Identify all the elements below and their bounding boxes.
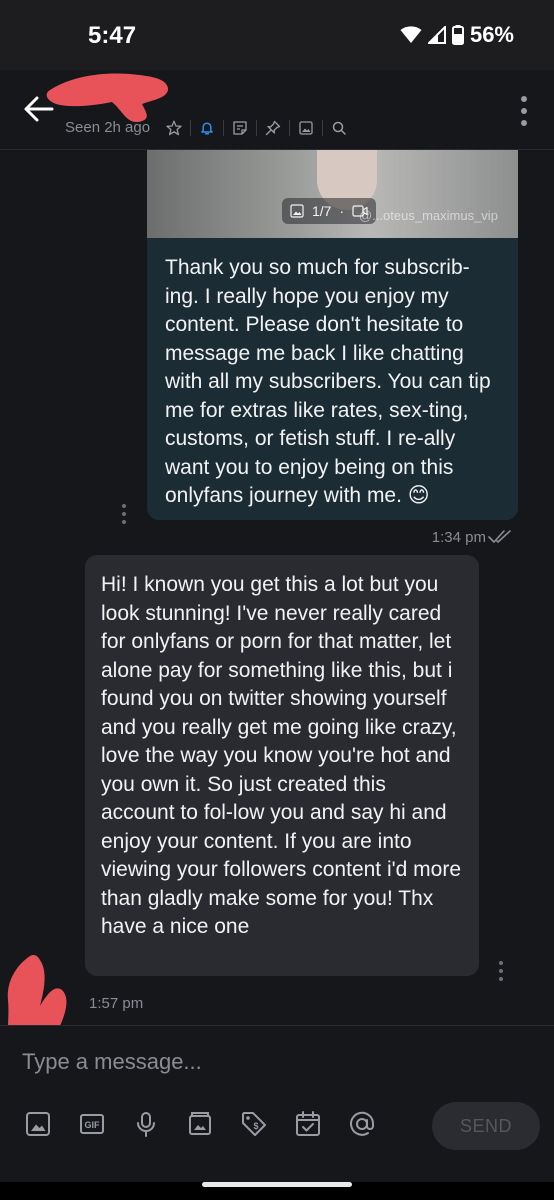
image-icon[interactable] (295, 117, 317, 139)
message-options-icon[interactable] (121, 504, 127, 524)
svg-text:GIF: GIF (85, 1120, 101, 1130)
svg-text:$: $ (253, 1121, 258, 1131)
media-count: 1/7 (312, 203, 332, 219)
image-icon (290, 204, 304, 218)
bell-icon[interactable] (196, 117, 218, 139)
more-vert-icon[interactable] (518, 96, 530, 126)
search-icon[interactable] (328, 117, 350, 139)
message-media-preview[interactable]: 1/7 · @...oteus_maximus_vip (147, 150, 518, 238)
composer-toolbar: GIF $ (22, 1108, 378, 1140)
navigation-bar (0, 1182, 554, 1200)
message-text: Thank you so much for subscrib-ing. I re… (165, 256, 491, 507)
outgoing-message-bubble[interactable]: Thank you so much for subscrib-ing. I re… (147, 238, 518, 520)
message-list[interactable]: 1/7 · @...oteus_maximus_vip Thank you so… (0, 150, 554, 1062)
chat-header: Seen 2h ago (0, 70, 554, 150)
gif-icon[interactable]: GIF (76, 1108, 108, 1140)
mic-icon[interactable] (130, 1108, 162, 1140)
status-icons: 56% (400, 22, 514, 48)
image-icon[interactable] (22, 1108, 54, 1140)
double-check-icon (488, 530, 511, 543)
divider (190, 120, 191, 136)
pin-icon[interactable] (262, 117, 284, 139)
wifi-icon (400, 26, 422, 43)
vault-icon[interactable] (184, 1108, 216, 1140)
redaction-scribble (46, 73, 169, 123)
incoming-message-bubble[interactable]: Hi! I known you get this a lot but you l… (85, 555, 479, 976)
message-options-icon[interactable] (498, 961, 504, 981)
message-text: Hi! I known you get this a lot but you l… (101, 573, 462, 938)
send-button[interactable]: SEND (432, 1102, 540, 1150)
note-icon[interactable] (229, 117, 251, 139)
price-tag-icon[interactable]: $ (238, 1108, 270, 1140)
divider (256, 120, 257, 136)
status-time: 5:47 (88, 22, 137, 49)
status-bar: 5:47 56% (0, 0, 554, 70)
home-indicator[interactable] (202, 1182, 352, 1187)
divider (322, 120, 323, 136)
header-actions (163, 117, 350, 139)
at-icon[interactable] (346, 1108, 378, 1140)
message-time: 1:34 pm (431, 529, 486, 546)
dot-separator: · (339, 203, 345, 219)
chat-screen: Seen 2h ago 1/7 · @...oteus_maximus_vip … (0, 70, 554, 1182)
message-input[interactable] (22, 1042, 522, 1082)
signal-icon (427, 26, 446, 44)
media-watermark: @...oteus_maximus_vip (359, 208, 498, 223)
battery-percent: 56% (469, 22, 514, 47)
battery-icon (451, 25, 464, 45)
calendar-icon[interactable] (292, 1108, 324, 1140)
divider (289, 120, 290, 136)
message-composer: GIF $ SEND (0, 1025, 554, 1182)
divider (223, 120, 224, 136)
